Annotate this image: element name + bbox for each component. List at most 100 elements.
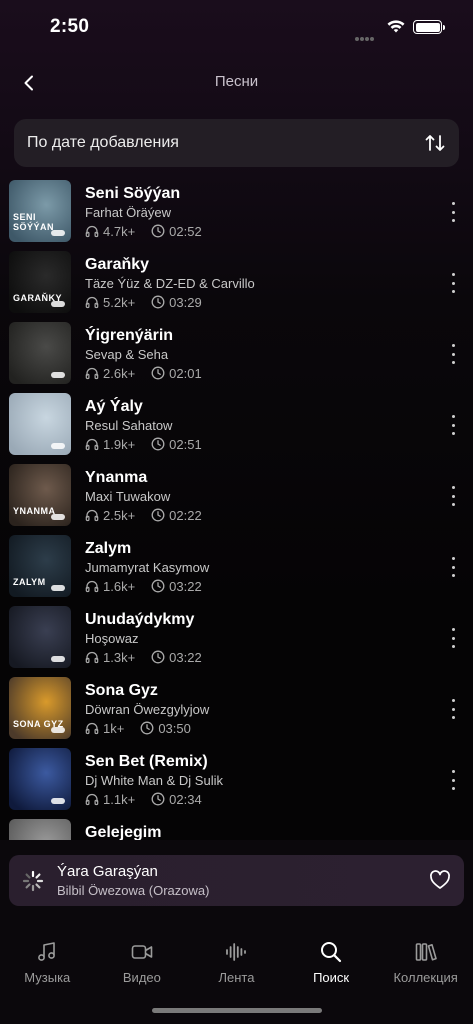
song-row[interactable]: Ýigrenýärin Sevap & Seha 2.6k+ 02:01 <box>0 318 473 389</box>
listen-count: 1.3k+ <box>103 649 136 665</box>
sort-arrows-icon[interactable] <box>423 131 447 155</box>
more-options-icon[interactable] <box>447 273 459 293</box>
song-duration: 03:50 <box>158 720 191 736</box>
tab-label: Видео <box>122 970 161 985</box>
listen-count: 2.6k+ <box>103 365 136 381</box>
headphones-icon <box>85 793 99 806</box>
cover-art <box>9 819 71 840</box>
listen-count: 1.6k+ <box>103 578 136 594</box>
song-row[interactable]: SONA GYZ Sona Gyz Döwran Öwezgylyjow 1k+ 03:… <box>0 673 473 744</box>
tab-bar: Музыка Видео Лента Поиск Коллекция <box>0 930 473 990</box>
clock-icon <box>151 792 165 806</box>
cover-text: YNANMA <box>13 506 56 516</box>
more-options-icon[interactable] <box>447 202 459 222</box>
song-row[interactable]: ZALYM Zalym Jumamyrat Kasymow 1.6k+ 03:22 <box>0 531 473 602</box>
cover-logo <box>51 443 65 449</box>
song-duration: 02:51 <box>169 436 202 452</box>
song-row[interactable]: Unudaýdykmy Hoşowaz 1.3k+ 03:22 <box>0 602 473 673</box>
song-title: Garaňky <box>85 256 150 273</box>
tab-video[interactable]: Видео <box>95 930 190 990</box>
tab-music[interactable]: Музыка <box>0 930 95 990</box>
clock-icon <box>151 650 165 664</box>
cover-logo <box>51 727 65 733</box>
song-meta: 1.3k+ 03:22 <box>85 649 202 665</box>
song-title: Ynanma <box>85 469 148 486</box>
song-row[interactable]: Sen Bet (Remix) Dj White Man & Dj Sulik 1.… <box>0 744 473 815</box>
listen-count: 1k+ <box>103 720 125 736</box>
song-meta: 1.9k+ 02:51 <box>85 436 202 452</box>
sort-label: По дате добавления <box>27 134 179 151</box>
cover-logo <box>51 230 65 236</box>
screen: 2:50 Песни По дате добавления SENI SÖÝÝA… <box>0 0 473 1024</box>
song-duration: 02:52 <box>169 223 202 239</box>
tab-collection[interactable]: Коллекция <box>378 930 473 990</box>
listen-count: 2.5k+ <box>103 507 136 523</box>
sort-selector[interactable]: По дате добавления <box>14 119 459 167</box>
search-icon <box>321 942 342 963</box>
loading-spinner-icon <box>22 870 44 892</box>
more-options-icon[interactable] <box>447 557 459 577</box>
song-duration: 03:22 <box>169 649 202 665</box>
more-options-icon[interactable] <box>447 486 459 506</box>
clock-icon <box>151 437 165 451</box>
music-note-icon <box>38 942 56 961</box>
song-list[interactable]: SENI SÖÝÝAN Seni Söýýan Farhat Öräýew 4.7k+… <box>0 176 473 840</box>
album-cover <box>9 748 71 810</box>
song-title: Ýigrenýärin <box>85 327 174 344</box>
song-artist: Dj White Man & Dj Sulik <box>85 773 223 788</box>
song-meta: 1.1k+ 02:34 <box>85 791 202 807</box>
song-duration: 02:01 <box>169 365 202 381</box>
more-options-icon[interactable] <box>447 699 459 719</box>
song-meta: 5.2k+ 03:29 <box>85 294 202 310</box>
tab-label: Музыка <box>24 970 71 985</box>
album-cover: YNANMA <box>9 464 71 526</box>
song-title: Gelejegim <box>85 824 162 840</box>
battery-icon <box>413 20 445 34</box>
cover-logo <box>51 514 65 520</box>
song-artist: Hoşowaz <box>85 631 139 646</box>
cover-logo <box>51 301 65 307</box>
song-artist: Täze Ýüz & DZ-ED & Carvillo <box>85 276 255 291</box>
tab-label: Поиск <box>313 970 350 985</box>
song-artist: Resul Sahatow <box>85 418 173 433</box>
status-time: 2:50 <box>50 16 90 37</box>
song-row[interactable]: GARAŇKY Garaňky Täze Ýüz & DZ-ED & Carvill… <box>0 247 473 318</box>
home-indicator <box>152 1008 322 1013</box>
album-cover: SENI SÖÝÝAN <box>9 180 71 242</box>
song-row[interactable]: YNANMA Ynanma Maxi Tuwakow 2.5k+ 02:22 <box>0 460 473 531</box>
song-duration: 03:22 <box>169 578 202 594</box>
clock-icon <box>151 224 165 238</box>
video-camera-icon <box>131 945 153 959</box>
tab-feed[interactable]: Лента <box>189 930 284 990</box>
song-meta: 2.5k+ 02:22 <box>85 507 202 523</box>
headphones-icon <box>85 296 99 309</box>
cover-logo <box>51 372 65 378</box>
mini-player[interactable]: Ýara Garaşýan Bilbil Öwezowa (Orazowa) <box>9 855 464 906</box>
song-row[interactable]: Gelejegim <box>0 815 473 840</box>
listen-count: 1.9k+ <box>103 436 136 452</box>
more-options-icon[interactable] <box>447 770 459 790</box>
headphones-icon <box>85 509 99 522</box>
listen-count: 5.2k+ <box>103 294 136 310</box>
more-options-icon[interactable] <box>447 628 459 648</box>
album-cover <box>9 606 71 668</box>
song-row[interactable]: SENI SÖÝÝAN Seni Söýýan Farhat Öräýew 4.7k+… <box>0 176 473 247</box>
headphones-icon <box>85 651 99 664</box>
tab-search[interactable]: Поиск <box>284 930 379 990</box>
clock-icon <box>151 295 165 309</box>
heart-icon[interactable] <box>429 869 451 891</box>
cover-logo <box>51 798 65 804</box>
song-meta: 1.6k+ 03:22 <box>85 578 202 594</box>
song-title: Seni Söýýan <box>85 185 181 202</box>
album-cover: GARAŇKY <box>9 251 71 313</box>
more-options-icon[interactable] <box>447 344 459 364</box>
song-artist: Jumamyrat Kasymow <box>85 560 210 575</box>
more-options-icon[interactable] <box>447 415 459 435</box>
headphones-icon <box>85 722 99 735</box>
cover-logo <box>51 585 65 591</box>
page-title: Песни <box>214 73 259 90</box>
song-row[interactable]: Aý Ýaly Resul Sahatow 1.9k+ 02:51 <box>0 389 473 460</box>
album-cover: ZALYM <box>9 535 71 597</box>
waveform-icon <box>226 943 247 961</box>
header: Песни <box>0 60 473 104</box>
